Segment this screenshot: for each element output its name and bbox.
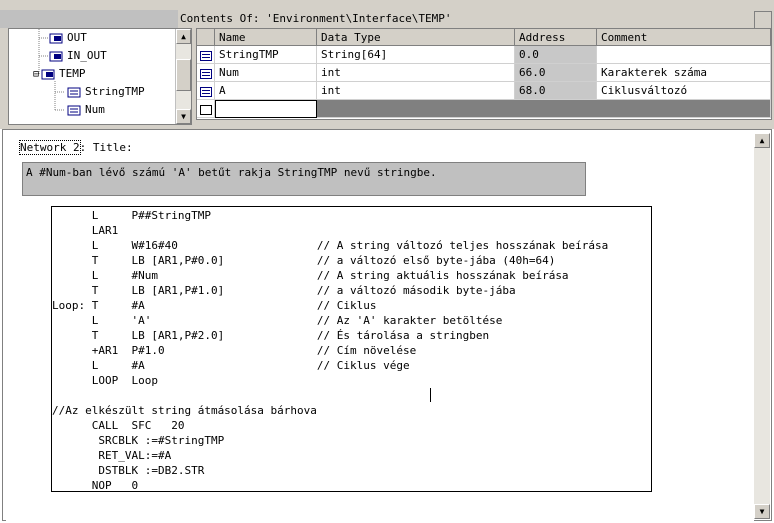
scroll-up-icon[interactable]: ▲ [754, 133, 770, 148]
interface-panel: Contents Of: 'Environment\Interface\TEMP… [0, 0, 774, 129]
new-row-icon [200, 105, 212, 115]
cell-address: 66.0 [515, 64, 597, 82]
tree-item-num[interactable]: Num [67, 101, 105, 118]
cell-comment[interactable]: Ciklusváltozó [597, 82, 771, 100]
tree-item-label: OUT [67, 31, 87, 44]
column-header-data-type[interactable]: Data Type [317, 29, 515, 46]
code-line[interactable]: LAR1 [52, 223, 119, 238]
cell-name[interactable]: A [215, 82, 317, 100]
tree-item-label: TEMP [59, 67, 86, 80]
code-line[interactable]: +AR1 P#1.0 // Cím növelése [52, 343, 417, 358]
tree-item-in-out[interactable]: IN_OUT [49, 47, 107, 64]
editor-scrollbar[interactable]: ▲ ▼ [754, 133, 770, 519]
network-number[interactable]: Network 2 [19, 140, 81, 155]
tree-item-label: Num [85, 103, 105, 116]
cell-data-type[interactable]: String[64] [317, 46, 515, 64]
cell-address: 0.0 [515, 46, 597, 64]
tree-item-label: StringTMP [85, 85, 145, 98]
text-cursor [430, 388, 431, 402]
code-line[interactable]: T LB [AR1,P#1.0] // a változó második by… [52, 283, 516, 298]
code-line[interactable]: Loop: T #A // Ciklus [52, 298, 377, 313]
code-line[interactable]: T LB [AR1,P#2.0] // És tárolása a string… [52, 328, 489, 343]
tree-header-strip [0, 10, 178, 28]
variable-icon [67, 87, 81, 97]
tree-item-temp[interactable]: ⊟ TEMP [33, 65, 86, 82]
code-line[interactable]: L #Num // A string aktuális hosszának be… [52, 268, 569, 283]
variable-icon [200, 87, 212, 97]
variable-icon [200, 69, 212, 79]
code-line[interactable]: L W#16#40 // A string változó teljes hos… [52, 238, 609, 253]
tree-item-label: IN_OUT [67, 49, 107, 62]
code-line[interactable]: CALL SFC 20 [52, 418, 185, 433]
scroll-down-icon[interactable]: ▼ [176, 109, 191, 124]
network-comment[interactable]: A #Num-ban lévő számú 'A' betűt rakja St… [22, 162, 586, 196]
cell-comment[interactable]: Karakterek száma [597, 64, 771, 82]
stl-code-block[interactable]: L P##StringTMP LAR1 L W#16#40 // A strin… [51, 206, 652, 492]
code-line[interactable]: T LB [AR1,P#0.0] // a változó első byte-… [52, 253, 556, 268]
cell-data-type[interactable]: int [317, 64, 515, 82]
column-header-name[interactable]: Name [215, 29, 317, 46]
cell-address: 68.0 [515, 82, 597, 100]
row-icon [197, 100, 215, 118]
contents-title: Contents Of: 'Environment\Interface\TEMP… [180, 12, 452, 25]
variable-icon [67, 105, 81, 115]
network-header: Network 2: Title: [19, 140, 133, 155]
collapse-icon[interactable]: ⊟ [33, 69, 39, 80]
contents-header: Contents Of: 'Environment\Interface\TEMP… [0, 10, 774, 28]
code-line[interactable]: RET_VAL:=#A [52, 448, 171, 463]
variable-icon [200, 51, 212, 61]
cell-name[interactable]: StringTMP [215, 46, 317, 64]
scroll-thumb[interactable] [176, 59, 191, 91]
row-icon [197, 82, 215, 100]
row-icon [197, 64, 215, 82]
code-line[interactable]: //Az elkészült string átmásolása bárhova [52, 403, 317, 418]
row-header-corner [197, 29, 215, 46]
interface-param-icon [41, 69, 55, 79]
tree-item-stringtmp[interactable]: StringTMP [67, 83, 145, 100]
scroll-down-icon[interactable]: ▼ [754, 504, 770, 519]
new-row-placeholder [317, 100, 771, 118]
variable-table: Name Data Type Address Comment StringTMP… [196, 28, 772, 120]
cell-comment[interactable] [597, 46, 771, 64]
tree-item-out[interactable]: OUT [49, 29, 87, 46]
cell-data-type[interactable]: int [317, 82, 515, 100]
code-line[interactable]: SRCBLK :=#StringTMP [52, 433, 224, 448]
code-line[interactable]: DSTBLK :=DB2.STR [52, 463, 204, 478]
code-line[interactable]: L 'A' // Az 'A' karakter betöltése [52, 313, 503, 328]
code-line[interactable]: L P##StringTMP [52, 208, 211, 223]
panel-close-button[interactable] [754, 11, 772, 29]
network-comment-text: A #Num-ban lévő számú 'A' betűt rakja St… [26, 166, 437, 179]
new-variable-input[interactable] [215, 100, 317, 118]
interface-tree: OUT IN_OUT ⊟ TEMP StringTMP Num ▲ ▼ [8, 28, 192, 125]
interface-param-icon [49, 51, 63, 61]
interface-param-icon [49, 33, 63, 43]
network-title-label[interactable]: : Title: [80, 141, 133, 154]
cell-name[interactable]: Num [215, 64, 317, 82]
column-header-address[interactable]: Address [515, 29, 597, 46]
code-line[interactable]: NOP 0 [52, 478, 138, 493]
column-header-comment[interactable]: Comment [597, 29, 771, 46]
row-icon [197, 46, 215, 64]
scroll-up-icon[interactable]: ▲ [176, 29, 191, 44]
code-line[interactable]: LOOP Loop [52, 373, 158, 388]
code-line[interactable]: L #A // Ciklus vége [52, 358, 410, 373]
tree-scrollbar[interactable]: ▲ ▼ [175, 29, 191, 124]
